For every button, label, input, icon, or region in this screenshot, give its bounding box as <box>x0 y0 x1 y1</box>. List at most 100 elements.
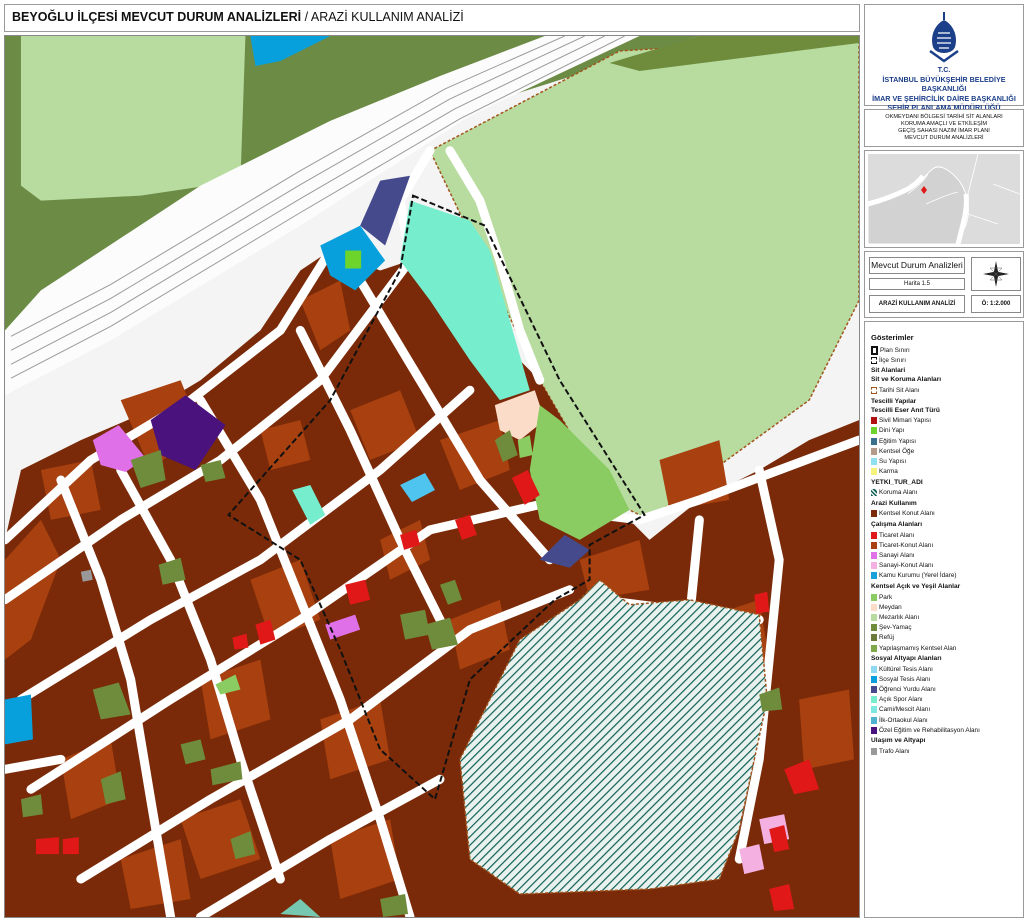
swatch-cami <box>871 706 877 714</box>
location-inset-map <box>864 150 1024 248</box>
map-title-main: BEYOĞLU İLÇESİ MEVCUT DURUM ANALİZLERİ <box>12 10 302 24</box>
legend-item-ticaret-konut: Ticaret-Konut Alanı <box>871 540 1023 550</box>
swatch-ticaret-konut <box>871 541 877 549</box>
legend-item-sanayi: Sanayi Alanı <box>871 550 1023 560</box>
label-acik-spor: Açık Spor Alanı <box>879 696 923 704</box>
legend-item-yapilasmamis: Yapılaşmamış Kentsel Alan <box>871 643 1023 653</box>
swatch-mezarlik <box>871 613 877 621</box>
swatch-sosyal-tesis <box>871 675 877 683</box>
legend-item-su: Su Yapısı <box>871 456 1023 466</box>
swatch-kulturel <box>871 665 877 673</box>
label-kamu: Kamu Kurumu (Yerel İdare) <box>879 572 957 580</box>
legend-item-trafo: Trafo Alanı <box>871 746 1023 756</box>
swatch-meydan <box>871 603 877 611</box>
project-line2: KORUMA AMAÇLI VE ETKİLEŞİM <box>900 121 988 127</box>
religious-site <box>345 250 362 269</box>
label-sanayi: Sanayi Alanı <box>879 552 915 560</box>
swatch-park <box>871 593 877 601</box>
swatch-refuj <box>871 634 877 642</box>
label-park: Park <box>879 593 893 601</box>
north-arrow-panel <box>971 257 1021 291</box>
label-ticaret-konut: Ticaret-Konut Alanı <box>879 541 934 549</box>
label-ticaret: Ticaret Alanı <box>879 531 915 539</box>
label-plan-siniri: Plan Sınırı <box>880 346 910 354</box>
legend-item-ozel-egitim: Özel Eğitim ve Rehabilitasyon Alanı <box>871 725 1023 735</box>
legend-item-egitim: Eğitim Yapısı <box>871 436 1023 446</box>
legend-item-koruma: Koruma Alanı <box>871 488 1023 498</box>
legend-item-sanayi-konut: Sanayi-Konut Alanı <box>871 561 1023 571</box>
label-refuj: Refüj <box>879 634 894 642</box>
swatch-ticaret <box>871 531 877 539</box>
swatch-plan-siniri <box>871 345 878 355</box>
label-egitim: Eğitim Yapısı <box>879 437 917 445</box>
swatch-koruma <box>871 489 877 497</box>
swatch-karma <box>871 468 877 476</box>
legend-item-kamu: Kamu Kurumu (Yerel İdare) <box>871 571 1023 581</box>
legend-item-kentsel-konut: Kentsel Konut Alanı <box>871 509 1023 519</box>
swatch-dini <box>871 427 877 435</box>
swatch-ozel-egitim <box>871 726 877 734</box>
legend-item-sivil: Sivil Mimari Yapısı <box>871 416 1023 426</box>
legend-item-ticaret: Ticaret Alanı <box>871 530 1023 540</box>
label-cami: Cami/Mescit Alanı <box>879 706 931 714</box>
label-ozel-egitim: Özel Eğitim ve Rehabilitasyon Alanı <box>879 726 980 734</box>
label-karma: Karma <box>879 468 898 476</box>
swatch-trafo <box>871 748 877 756</box>
legend-section-tescilli-eser: Tescilli Eser Anıt Türü <box>871 406 940 414</box>
org-line2: İMAR VE ŞEHİRCİLİK DAİRE BAŞKANLIĞI <box>872 93 1016 103</box>
inset-map-canvas <box>868 154 1020 244</box>
legend-item-ogrenci: Öğrenci Yurdu Alanı <box>871 685 1023 695</box>
legend-item-kulturel: Kültürel Tesis Alanı <box>871 664 1023 674</box>
social-west <box>5 694 33 745</box>
legend-item-plan-siniri: Plan Sınırı <box>871 345 1023 355</box>
legend-item-sosyal-tesis: Sosyal Tesis Alanı <box>871 674 1023 684</box>
swatch-kentsel-oge <box>871 447 877 455</box>
legend-item-cami: Cami/Mescit Alanı <box>871 705 1023 715</box>
map-canvas[interactable] <box>5 36 859 917</box>
label-sosyal-tesis: Sosyal Tesis Alanı <box>879 675 931 683</box>
label-ilk-orta: İlk-Ortaokul Alanı <box>879 716 928 724</box>
utility-plot <box>80 569 93 582</box>
legend-section-calisma: Çalışma Alanları <box>871 521 923 529</box>
label-kulturel: Kültürel Tesis Alanı <box>879 665 933 673</box>
swatch-tarihi-sit <box>871 386 877 394</box>
label-kentsel-konut: Kentsel Konut Alanı <box>879 510 935 518</box>
map-legend: Gösterimler Plan Sınırı İlçe Sınırı Sit … <box>864 321 1024 918</box>
swatch-egitim <box>871 437 877 445</box>
swatch-acik-spor <box>871 696 877 704</box>
legend-item-refuj: Refüj <box>871 633 1023 643</box>
label-dini: Dini Yapı <box>879 427 905 435</box>
scale-label: Ö: 1:2.000 <box>971 295 1021 313</box>
swatch-kamu <box>871 572 877 580</box>
land-use-map[interactable] <box>4 35 860 918</box>
label-mezarlik: Mezarlık Alanı <box>879 613 920 621</box>
organization-panel: T.C. İSTANBUL BÜYÜKŞEHİR BELEDİYE BAŞKAN… <box>864 4 1024 112</box>
swatch-yapilasmamis <box>871 644 877 652</box>
legend-item-sev: Şev-Yamaç <box>871 623 1023 633</box>
map-number: Harita 1.5 <box>869 278 965 290</box>
legend-section-yetki: YETKI_TUR_ADI <box>871 478 923 486</box>
legend-item-ilk-orta: İlk-Ortaokul Alanı <box>871 715 1023 725</box>
label-ogrenci: Öğrenci Yurdu Alanı <box>879 686 936 694</box>
project-line4: MEVCUT DURUM ANALİZLERİ <box>904 135 984 141</box>
legend-section-sosyal: Sosyal Altyapı Alanları <box>871 655 942 663</box>
legend-section-ulasim: Ulaşım ve Altyapı <box>871 737 926 745</box>
swatch-sivil <box>871 417 877 425</box>
legend-title: Gösterimler <box>871 333 914 342</box>
north-arrow-icon <box>983 261 1009 287</box>
legend-item-acik-spor: Açık Spor Alanı <box>871 695 1023 705</box>
swatch-ogrenci <box>871 686 877 694</box>
org-line1: İSTANBUL BÜYÜKŞEHİR BELEDİYE BAŞKANLIĞI <box>882 74 1006 94</box>
swatch-kentsel-konut <box>871 510 877 518</box>
swatch-sev <box>871 624 877 632</box>
label-ilce-siniri: İlçe Sınırı <box>879 356 906 364</box>
legend-section-tescilli-yapilar: Tescilli Yapılar <box>871 397 917 405</box>
label-su: Su Yapısı <box>879 457 907 465</box>
swatch-ilce-siniri <box>871 356 877 364</box>
project-line1: OKMEYDANI BÖLGESİ TARİHİ SİT ALANLARI <box>885 114 1003 120</box>
ibb-logo-icon <box>929 12 959 63</box>
analysis-label: Mevcut Durum Analizleri <box>869 257 965 274</box>
legend-item-kentsel-oge: Kentsel Öğe <box>871 446 1023 456</box>
map-info-panel: Mevcut Durum Analizleri Harita 1.5 ARAZİ… <box>864 251 1024 318</box>
legend-section-sit-koruma: Sit ve Koruma Alanları <box>871 376 942 384</box>
